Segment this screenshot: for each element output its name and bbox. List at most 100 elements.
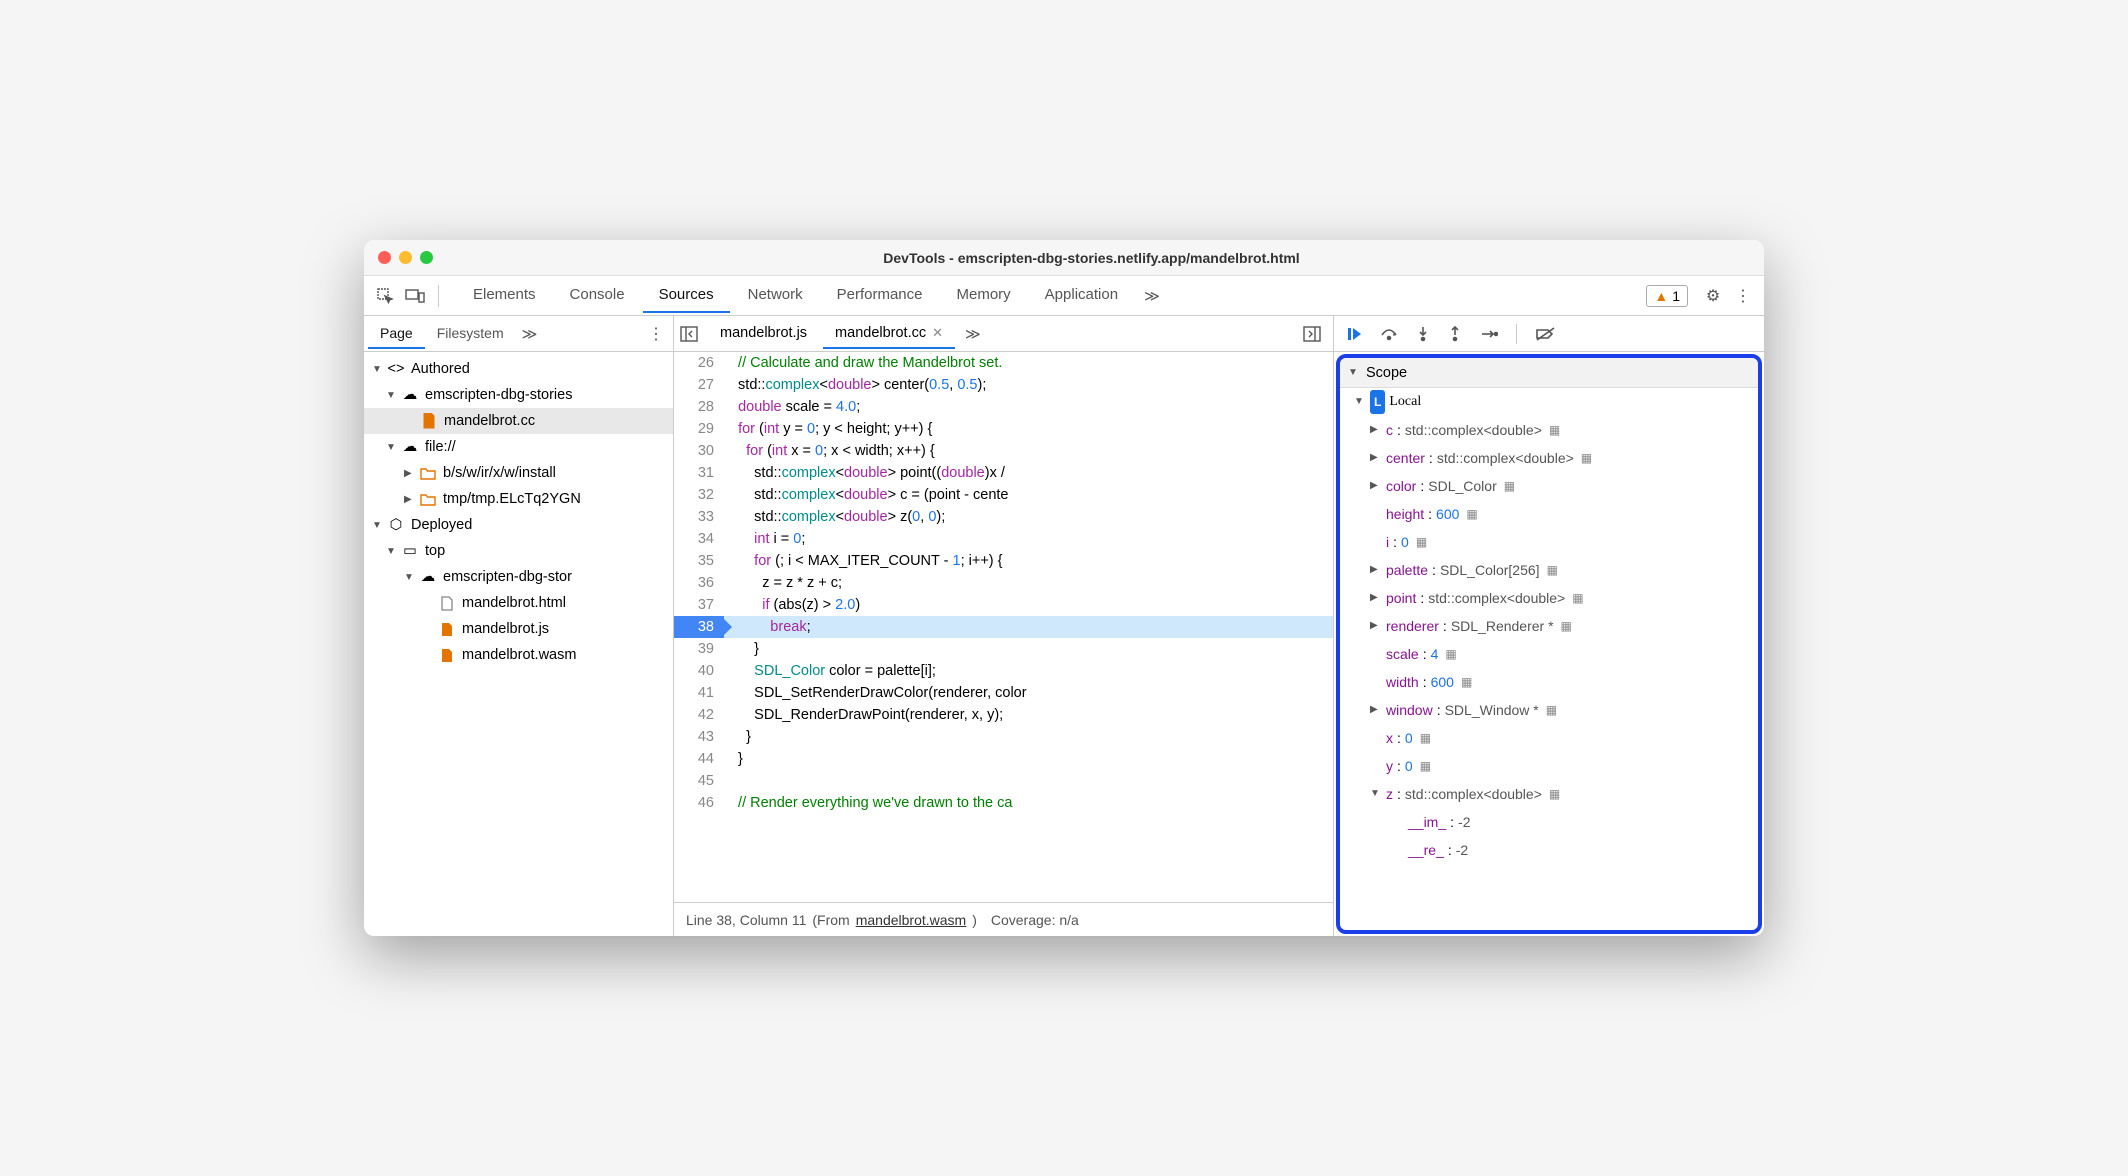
scope-var[interactable]: width: 600▦ <box>1340 668 1758 696</box>
scope-var[interactable]: scale: 4▦ <box>1340 640 1758 668</box>
step-over-button[interactable] <box>1380 327 1398 341</box>
code-line[interactable]: 42 SDL_RenderDrawPoint(renderer, x, y); <box>674 704 1333 726</box>
editor-tabs-more[interactable]: ≫ <box>959 317 987 351</box>
step-button[interactable] <box>1480 328 1498 340</box>
scope-var[interactable]: height: 600▦ <box>1340 500 1758 528</box>
code-line[interactable]: 28 double scale = 4.0; <box>674 396 1333 418</box>
inspect-icon[interactable] <box>372 283 398 309</box>
tab-network[interactable]: Network <box>732 278 819 313</box>
tab-memory[interactable]: Memory <box>941 278 1027 313</box>
memory-icon[interactable]: ▦ <box>1572 586 1583 610</box>
tab-performance[interactable]: Performance <box>821 278 939 313</box>
code-line[interactable]: 36 z = z * z + c; <box>674 572 1333 594</box>
tree-top[interactable]: ▼▭top <box>364 538 673 564</box>
settings-icon[interactable]: ⚙ <box>1700 283 1726 309</box>
tree-file-html[interactable]: mandelbrot.html <box>364 590 673 616</box>
memory-icon[interactable]: ▦ <box>1546 698 1557 722</box>
memory-icon[interactable]: ▦ <box>1420 754 1431 778</box>
tab-elements[interactable]: Elements <box>457 278 552 313</box>
code-line[interactable]: 44 } <box>674 748 1333 770</box>
code-line[interactable]: 26 // Calculate and draw the Mandelbrot … <box>674 352 1333 374</box>
code-line[interactable]: 29 for (int y = 0; y < height; y++) { <box>674 418 1333 440</box>
code-line[interactable]: 41 SDL_SetRenderDrawColor(renderer, colo… <box>674 682 1333 704</box>
code-editor[interactable]: 26 // Calculate and draw the Mandelbrot … <box>674 352 1333 902</box>
memory-icon[interactable]: ▦ <box>1466 502 1477 526</box>
tree-authored[interactable]: ▼<>Authored <box>364 356 673 382</box>
tree-origin[interactable]: ▼☁emscripten-dbg-stories <box>364 382 673 408</box>
tab-sources[interactable]: Sources <box>643 278 730 313</box>
tab-application[interactable]: Application <box>1029 278 1134 313</box>
close-tab-icon[interactable]: ✕ <box>932 325 943 341</box>
code-line[interactable]: 27 std::complex<double> center(0.5, 0.5)… <box>674 374 1333 396</box>
tree-file-wasm[interactable]: mandelbrot.wasm <box>364 642 673 668</box>
tree-deployed[interactable]: ▼⬡Deployed <box>364 512 673 538</box>
toggle-navigator-icon[interactable] <box>680 326 704 342</box>
editor-tab-js[interactable]: mandelbrot.js <box>708 319 819 349</box>
memory-icon[interactable]: ▦ <box>1561 614 1572 638</box>
code-line[interactable]: 30 for (int x = 0; x < width; x++) { <box>674 440 1333 462</box>
scope-var[interactable]: ▶center: std::complex<double>▦ <box>1340 444 1758 472</box>
scope-var[interactable]: ▶renderer: SDL_Renderer *▦ <box>1340 612 1758 640</box>
sidebar-tabs-more[interactable]: ≫ <box>516 317 544 351</box>
memory-icon[interactable]: ▦ <box>1445 642 1456 666</box>
tree-origin-2[interactable]: ▼☁emscripten-dbg-stor <box>364 564 673 590</box>
memory-icon[interactable]: ▦ <box>1461 670 1472 694</box>
step-out-button[interactable] <box>1448 326 1462 342</box>
memory-icon[interactable]: ▦ <box>1420 726 1431 750</box>
tree-file-cc[interactable]: mandelbrot.cc <box>364 408 673 434</box>
minimize-button[interactable] <box>399 251 412 264</box>
scope-var-child[interactable]: __im_: -2 <box>1340 808 1758 836</box>
code-line[interactable]: 31 std::complex<double> point((double)x … <box>674 462 1333 484</box>
scope-var[interactable]: ▼z: std::complex<double>▦ <box>1340 780 1758 808</box>
deactivate-breakpoints-button[interactable] <box>1535 327 1555 341</box>
tab-console[interactable]: Console <box>554 278 641 313</box>
kebab-icon[interactable]: ⋮ <box>1730 283 1756 309</box>
tree-folder-2[interactable]: ▶tmp/tmp.ELcTq2YGN <box>364 486 673 512</box>
local-badge: L <box>1370 390 1385 414</box>
scope-var-child[interactable]: __re_: -2 <box>1340 836 1758 864</box>
code-line[interactable]: 45 <box>674 770 1333 792</box>
memory-icon[interactable]: ▦ <box>1416 530 1427 554</box>
memory-icon[interactable]: ▦ <box>1547 558 1558 582</box>
scope-header[interactable]: ▼Scope <box>1340 358 1758 388</box>
memory-icon[interactable]: ▦ <box>1549 418 1560 442</box>
scope-var[interactable]: ▶c: std::complex<double>▦ <box>1340 416 1758 444</box>
code-line[interactable]: 38 break; <box>674 616 1333 638</box>
source-file-link[interactable]: mandelbrot.wasm <box>856 912 967 928</box>
tab-page[interactable]: Page <box>368 319 425 349</box>
memory-icon[interactable]: ▦ <box>1581 446 1592 470</box>
scope-local[interactable]: ▼L Local <box>1340 388 1758 416</box>
code-line[interactable]: 43 } <box>674 726 1333 748</box>
code-line[interactable]: 33 std::complex<double> z(0, 0); <box>674 506 1333 528</box>
scope-var[interactable]: y: 0▦ <box>1340 752 1758 780</box>
scope-var[interactable]: ▶palette: SDL_Color[256]▦ <box>1340 556 1758 584</box>
tree-file-js[interactable]: mandelbrot.js <box>364 616 673 642</box>
scope-var[interactable]: ▶point: std::complex<double>▦ <box>1340 584 1758 612</box>
sidebar-kebab-icon[interactable]: ⋮ <box>643 321 669 347</box>
warnings-badge[interactable]: ▲ 1 <box>1646 285 1688 307</box>
code-line[interactable]: 32 std::complex<double> c = (point - cen… <box>674 484 1333 506</box>
code-line[interactable]: 35 for (; i < MAX_ITER_COUNT - 1; i++) { <box>674 550 1333 572</box>
resume-button[interactable] <box>1346 326 1362 342</box>
device-icon[interactable] <box>402 283 428 309</box>
memory-icon[interactable]: ▦ <box>1504 474 1515 498</box>
close-button[interactable] <box>378 251 391 264</box>
editor-tab-cc[interactable]: mandelbrot.cc✕ <box>823 319 955 349</box>
step-into-button[interactable] <box>1416 326 1430 342</box>
code-line[interactable]: 40 SDL_Color color = palette[i]; <box>674 660 1333 682</box>
code-line[interactable]: 34 int i = 0; <box>674 528 1333 550</box>
scope-var[interactable]: ▶window: SDL_Window *▦ <box>1340 696 1758 724</box>
zoom-button[interactable] <box>420 251 433 264</box>
scope-var[interactable]: i: 0▦ <box>1340 528 1758 556</box>
memory-icon[interactable]: ▦ <box>1549 782 1560 806</box>
tabs-more[interactable]: ≫ <box>1138 279 1166 313</box>
tree-fileproto[interactable]: ▼☁file:// <box>364 434 673 460</box>
code-line[interactable]: 37 if (abs(z) > 2.0) <box>674 594 1333 616</box>
scope-var[interactable]: ▶color: SDL_Color▦ <box>1340 472 1758 500</box>
code-line[interactable]: 46 // Render everything we've drawn to t… <box>674 792 1333 814</box>
toggle-debugger-icon[interactable] <box>1303 326 1327 342</box>
scope-var[interactable]: x: 0▦ <box>1340 724 1758 752</box>
tree-folder-1[interactable]: ▶b/s/w/ir/x/w/install <box>364 460 673 486</box>
tab-filesystem[interactable]: Filesystem <box>425 319 516 349</box>
code-line[interactable]: 39 } <box>674 638 1333 660</box>
